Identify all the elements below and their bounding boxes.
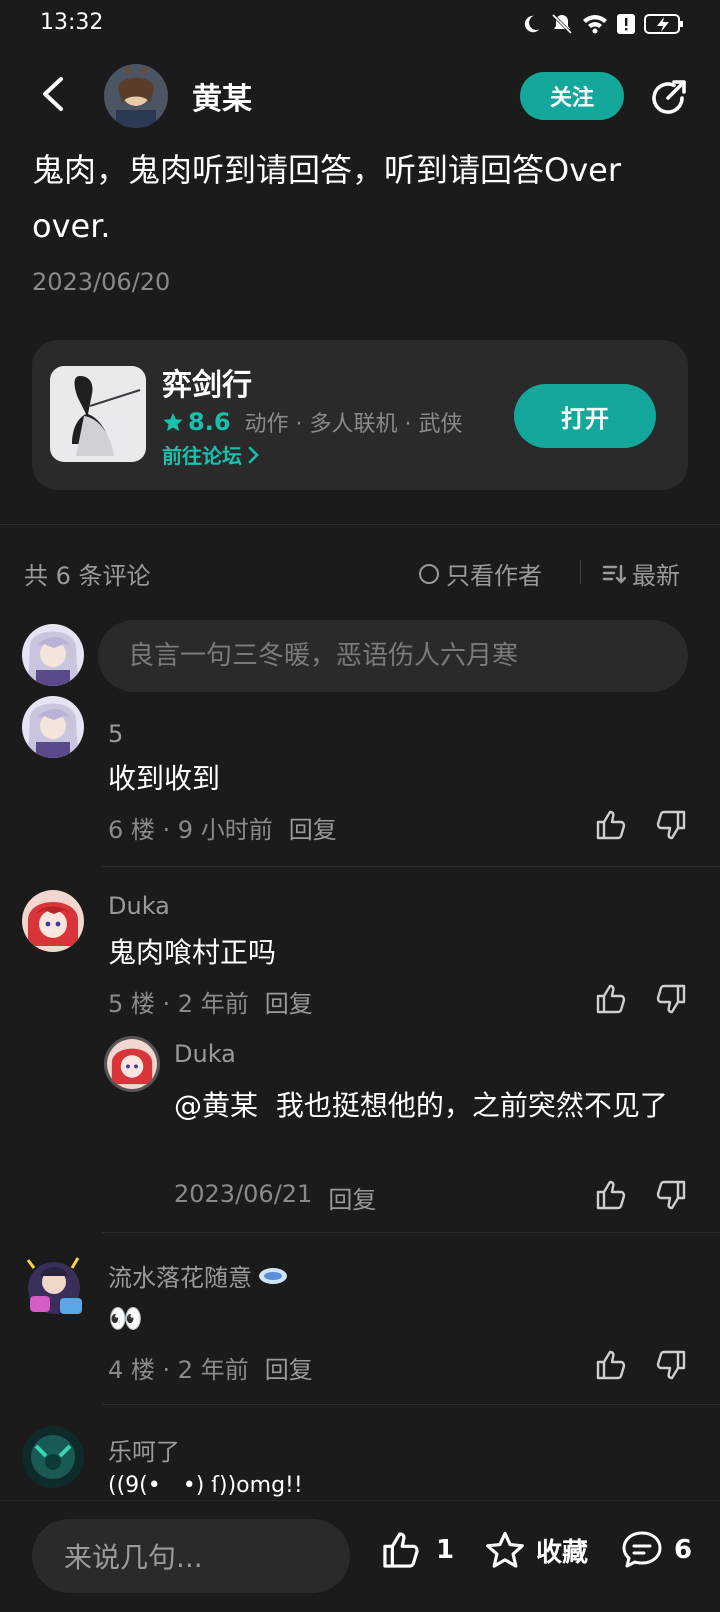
share-button[interactable] [646, 76, 690, 120]
author-name[interactable]: 黄某 [192, 74, 252, 118]
battery-charging-icon [644, 14, 683, 34]
moon-icon [524, 15, 540, 33]
comment-floor: 4 楼 · 2 年前 [108, 1356, 249, 1384]
comment-input[interactable] [98, 620, 688, 692]
dislike-icon[interactable] [654, 982, 688, 1016]
comment-divider [102, 866, 720, 867]
game-icon [50, 366, 146, 462]
like-icon[interactable] [594, 1178, 628, 1212]
sort-button[interactable]: 最新 [602, 556, 680, 591]
like-icon[interactable] [594, 1348, 628, 1382]
comment-username[interactable]: 乐呵了 [108, 1432, 180, 1467]
comment-meta: 6 楼 · 9 小时前 回复 [108, 810, 337, 845]
open-game-button[interactable]: 打开 [514, 384, 656, 448]
comment-count: 6 [674, 1535, 693, 1565]
mute-bell-icon [551, 13, 573, 35]
like-icon[interactable] [594, 982, 628, 1016]
like-button[interactable]: 1 [380, 1529, 454, 1571]
author-only-label: 只看作者 [446, 562, 542, 590]
comment-text: 鬼肉喰村正吗 [108, 936, 277, 969]
like-icon[interactable] [594, 808, 628, 842]
comment-username-row: 流水落花随意 [108, 1258, 288, 1293]
comment-avatar[interactable] [22, 890, 84, 952]
comment-avatar[interactable] [20, 1252, 82, 1314]
reply-meta: 2023/06/21 回复 [174, 1180, 376, 1215]
sort-label: 最新 [632, 562, 680, 590]
sort-icon [602, 564, 626, 584]
radio-circle-icon [419, 563, 439, 584]
comment-avatar[interactable] [22, 696, 84, 758]
forum-link-label: 前往论坛 [162, 444, 242, 468]
comment-floor: 6 楼 · 9 小时前 [108, 816, 273, 844]
status-time: 13:32 [40, 10, 104, 35]
reply-body: 我也挺想他的，之前突然不见了 [275, 1089, 668, 1122]
reply-username[interactable]: Duka [174, 1040, 236, 1068]
reply-avatar[interactable] [104, 1036, 160, 1092]
reply-mention[interactable]: @黄某 [174, 1089, 258, 1122]
game-rating: 8.6 [162, 408, 231, 436]
comment-divider [102, 1232, 720, 1233]
chevron-right-icon [248, 446, 259, 463]
bottom-bar: 来说几句... 1 收藏 6 [0, 1500, 720, 1612]
game-name: 弈剑行 [162, 368, 252, 403]
favorite-button[interactable]: 收藏 [484, 1529, 588, 1571]
bottom-comment-input[interactable]: 来说几句... [32, 1519, 350, 1593]
my-avatar [22, 624, 84, 686]
comment-meta: 5 楼 · 2 年前 回复 [108, 984, 313, 1019]
comments-count: 共 6 条评论 [24, 562, 151, 590]
share-icon [652, 80, 686, 114]
comment-username[interactable]: 5 [108, 720, 123, 748]
chevron-left-icon [43, 77, 63, 111]
star-icon [163, 412, 183, 432]
comment-floor: 5 楼 · 2 年前 [108, 990, 249, 1018]
comment-text: 收到收到 [108, 762, 221, 795]
comment-text: 👀 [108, 1302, 143, 1335]
like-count: 1 [436, 1535, 455, 1565]
reply-button[interactable]: 回复 [328, 1180, 376, 1215]
wifi-icon [583, 15, 607, 34]
reply-date: 2023/06/21 [174, 1180, 313, 1208]
forum-link[interactable]: 前往论坛 [162, 440, 260, 469]
dislike-icon[interactable] [654, 808, 688, 842]
back-button[interactable] [30, 72, 74, 116]
status-bar: 13:32 [0, 0, 720, 50]
post-text: 鬼肉，鬼肉听到请回答，听到请回答Over over. [32, 151, 621, 245]
status-icons [520, 12, 684, 36]
reply-button[interactable]: 回复 [265, 984, 313, 1019]
game-meta: 8.6 动作 · 多人联机 · 武侠 [162, 406, 462, 438]
reply-button[interactable]: 回复 [265, 1350, 313, 1385]
comment-meta: 4 楼 · 2 年前 回复 [108, 1350, 313, 1385]
chat-bubble-icon [622, 1531, 662, 1568]
favorite-label: 收藏 [536, 1537, 589, 1568]
star-outline-icon [486, 1531, 524, 1568]
alert-icon [617, 14, 635, 34]
reply-button[interactable]: 回复 [289, 810, 337, 845]
reply-text: @黄某 我也挺想他的，之前突然不见了 [174, 1080, 674, 1132]
post-date: 2023/06/20 [32, 268, 171, 296]
comment-username[interactable]: 流水落花随意 [108, 1258, 252, 1293]
follow-button[interactable]: 关注 [520, 72, 624, 120]
author-avatar[interactable] [104, 64, 168, 128]
badge-icon [259, 1267, 287, 1284]
section-divider [0, 524, 720, 525]
comment-divider [102, 1404, 720, 1405]
dislike-icon[interactable] [654, 1348, 688, 1382]
dislike-icon[interactable] [654, 1178, 688, 1212]
game-rating-value: 8.6 [188, 408, 231, 436]
thumbs-up-icon [383, 1532, 419, 1568]
comments-button[interactable]: 6 [620, 1529, 692, 1571]
game-tags: 动作 · 多人联机 · 武侠 [244, 412, 463, 437]
author-only-toggle[interactable]: 只看作者 [418, 556, 542, 591]
comment-username[interactable]: Duka [108, 892, 170, 920]
filter-separator [580, 560, 581, 584]
game-card[interactable]: 弈剑行 8.6 动作 · 多人联机 · 武侠 前往论坛 打开 [32, 340, 688, 490]
comment-text: ((9(• •) ſ))omg!! [108, 1473, 303, 1498]
comment-avatar[interactable] [22, 1426, 84, 1488]
